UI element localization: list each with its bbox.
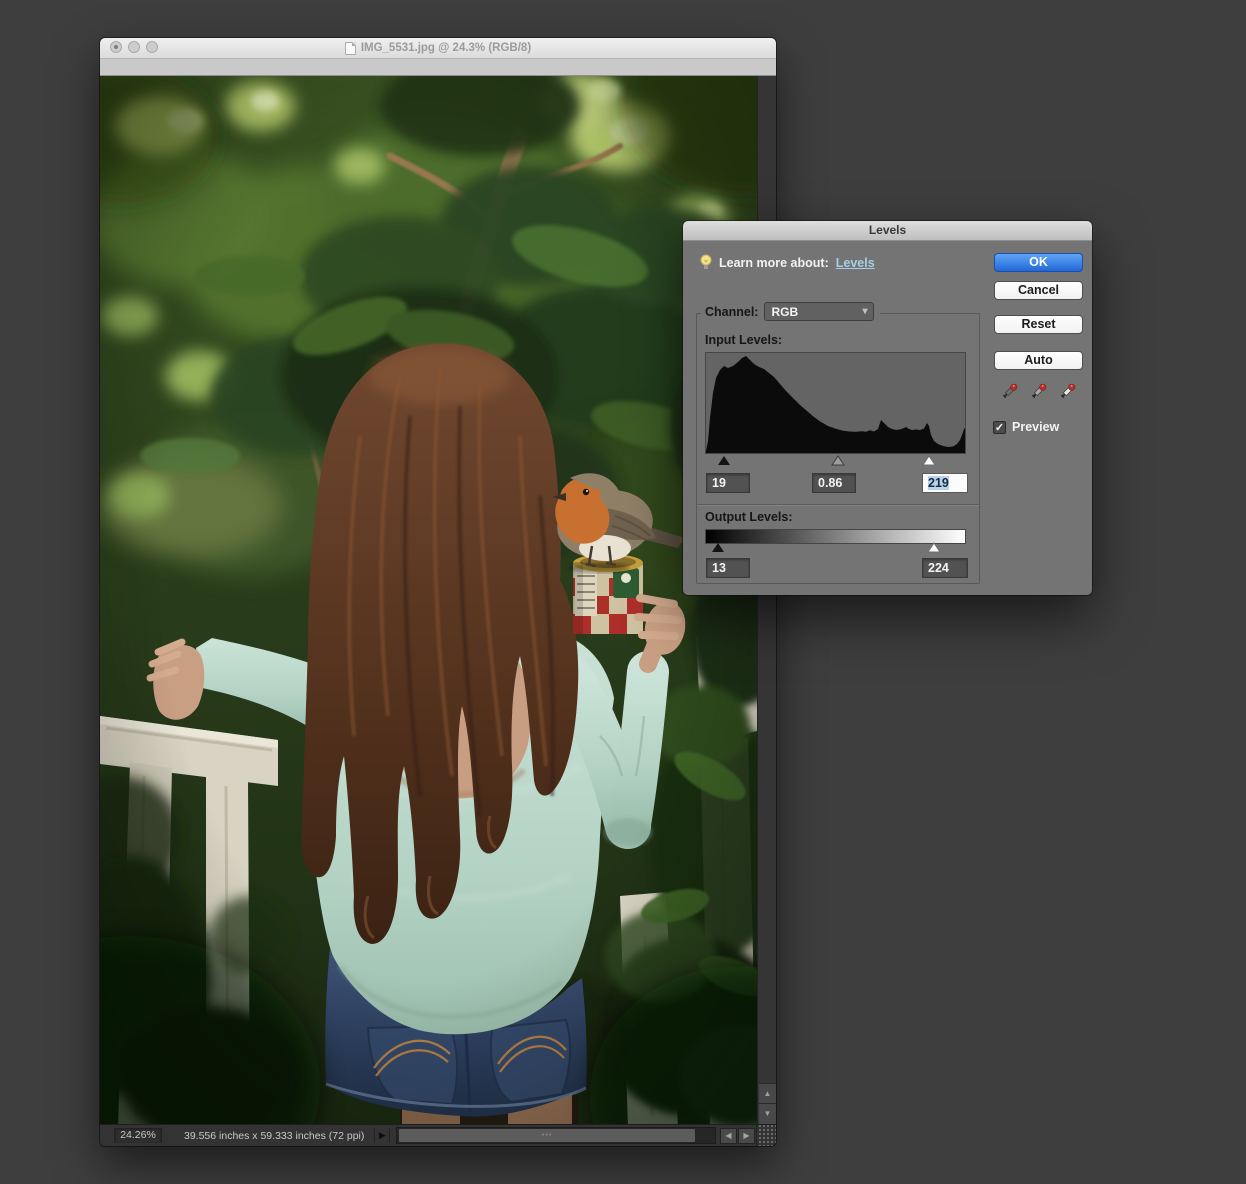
output-shadow-field[interactable]: 13: [706, 558, 750, 578]
status-bar: 24.26% 39.556 inches x 59.333 inches (72…: [100, 1124, 776, 1146]
channel-label: Channel:: [705, 305, 758, 319]
input-slider-track: [705, 455, 966, 467]
flyout-arrow-icon: ▶: [379, 1130, 386, 1140]
channel-row: Channel: RGB ▾: [701, 302, 880, 321]
output-highlight-field[interactable]: 224: [922, 558, 968, 578]
document-size-text: 39.556 inches x 59.333 inches (72 ppi): [184, 1130, 364, 1142]
reset-button[interactable]: Reset: [994, 315, 1083, 334]
learn-more-label: Learn more about:: [719, 256, 829, 270]
output-highlight-value: 224: [928, 561, 949, 575]
scroll-down-button[interactable]: ▼: [759, 1103, 776, 1124]
dialog-body: Learn more about: Levels OK Cancel Reset…: [683, 241, 1092, 595]
window-titlebar[interactable]: IMG_5531.jpg @ 24.3% (RGB/8): [100, 38, 776, 59]
input-shadow-value: 19: [712, 476, 726, 490]
window-title: IMG_5531.jpg @ 24.3% (RGB/8): [345, 42, 531, 55]
output-highlight-slider[interactable]: [927, 542, 941, 553]
input-levels-label: Input Levels:: [705, 333, 782, 347]
scroll-up-button[interactable]: ▲: [759, 1083, 776, 1104]
checkmark-icon: ✓: [994, 422, 1005, 434]
scroll-left-icon: ◀: [725, 1131, 731, 1140]
dropdown-arrow-icon: ▾: [862, 306, 867, 317]
preview-option: ✓ Preview: [993, 420, 1059, 434]
eyedropper-tools: [999, 382, 1077, 402]
input-highlight-value: 219: [928, 476, 949, 490]
scroll-right-icon: ▶: [743, 1131, 749, 1140]
output-shadow-slider[interactable]: [711, 542, 725, 553]
document-icon: [345, 42, 356, 55]
minimize-button[interactable]: [128, 41, 140, 53]
preview-checkbox[interactable]: ✓: [993, 421, 1006, 434]
preview-label: Preview: [1012, 420, 1059, 434]
dialog-titlebar[interactable]: Levels: [683, 221, 1092, 241]
output-shadow-value: 13: [712, 561, 726, 575]
document-content: ▲ ▼: [100, 76, 776, 1124]
histogram-shape: [706, 356, 965, 453]
histogram: [705, 352, 966, 454]
input-highlight-field[interactable]: 219: [922, 473, 968, 493]
input-highlight-slider[interactable]: [922, 455, 936, 466]
channel-value: RGB: [771, 305, 798, 319]
output-slider-track: [705, 542, 966, 554]
dialog-title: Levels: [869, 223, 906, 237]
separator-line: [697, 504, 979, 506]
zoom-level-field[interactable]: 24.26%: [114, 1128, 162, 1143]
ok-button[interactable]: OK: [994, 253, 1083, 272]
input-shadow-slider[interactable]: [717, 455, 731, 466]
input-shadow-field[interactable]: 19: [706, 473, 750, 493]
status-flyout-button[interactable]: ▶: [374, 1128, 390, 1143]
scroll-left-button[interactable]: ◀: [720, 1128, 737, 1144]
output-levels-label: Output Levels:: [705, 510, 793, 524]
gray-point-eyedropper-icon[interactable]: [1028, 382, 1048, 402]
input-gamma-field[interactable]: 0.86: [812, 473, 856, 493]
resize-grip[interactable]: [756, 1125, 776, 1146]
levels-dialog: Levels Learn more about: Levels OK Cance…: [683, 221, 1092, 595]
window-title-text: IMG_5531.jpg @ 24.3% (RGB/8): [361, 42, 531, 54]
lightbulb-icon: [700, 254, 712, 271]
learn-more-row: Learn more about: Levels: [700, 254, 875, 271]
scroll-up-icon: ▲: [764, 1089, 772, 1098]
traffic-lights: [110, 41, 158, 53]
app-background: { "app": { "background": "#3e3e3e" }, "d…: [0, 0, 1246, 1184]
input-gamma-value: 0.86: [818, 476, 842, 490]
input-gamma-slider[interactable]: [831, 455, 845, 466]
black-point-eyedropper-icon[interactable]: [999, 382, 1019, 402]
photo-image: [100, 76, 757, 1124]
horizontal-scrollbar[interactable]: •••: [396, 1127, 716, 1144]
scroll-right-button[interactable]: ▶: [738, 1128, 755, 1144]
document-window: IMG_5531.jpg @ 24.3% (RGB/8): [100, 38, 776, 1146]
white-point-eyedropper-icon[interactable]: [1057, 382, 1077, 402]
photo-canvas[interactable]: [100, 76, 757, 1124]
auto-button[interactable]: Auto: [994, 351, 1083, 370]
scroll-down-icon: ▼: [764, 1109, 772, 1118]
close-button[interactable]: [110, 41, 122, 53]
cancel-button[interactable]: Cancel: [994, 281, 1083, 300]
canvas-margin-strip: [100, 59, 776, 76]
horizontal-scrollbar-thumb[interactable]: •••: [399, 1129, 694, 1142]
channel-dropdown[interactable]: RGB ▾: [764, 302, 874, 321]
learn-more-link[interactable]: Levels: [836, 256, 875, 270]
zoom-button[interactable]: [146, 41, 158, 53]
